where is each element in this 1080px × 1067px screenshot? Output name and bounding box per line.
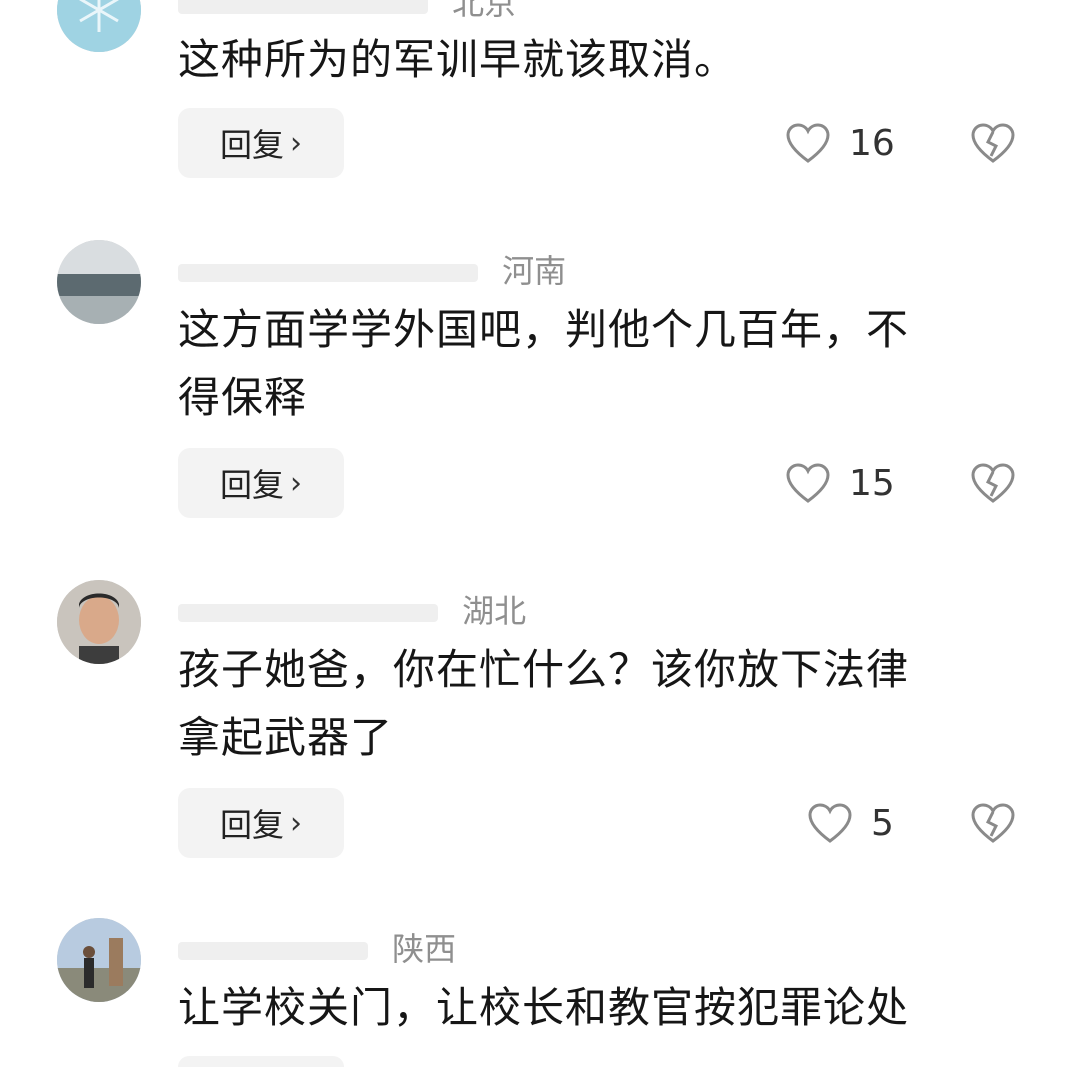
reply-button[interactable]: 回复 › <box>178 448 344 518</box>
blurred-username <box>178 942 368 960</box>
like-button[interactable]: 15 <box>785 462 895 504</box>
comment-text: 这方面学学外国吧，判他个几百年，不 得保释 <box>178 296 1018 432</box>
like-button[interactable]: 16 <box>785 122 895 164</box>
comment-meta: 陕西 <box>178 924 456 970</box>
dislike-button[interactable] <box>970 122 1016 164</box>
blurred-username <box>178 264 478 282</box>
like-count: 5 <box>871 802 894 844</box>
comment-line: 得保释 <box>178 373 308 422</box>
avatar[interactable] <box>57 580 141 664</box>
chevron-right-icon: › <box>290 805 302 841</box>
avatar-landscape-image <box>57 240 141 324</box>
chevron-right-icon: › <box>290 125 302 161</box>
heart-outline-icon <box>786 123 830 163</box>
broken-heart-icon <box>971 123 1015 163</box>
reply-label: 回复 <box>219 126 284 164</box>
comment-meta: 河南 <box>178 246 566 292</box>
like-button[interactable]: 5 <box>807 802 894 844</box>
reply-button-partial[interactable] <box>178 1056 344 1067</box>
reply-button[interactable]: 回复 › <box>178 788 344 858</box>
comment-meta: 北京 <box>178 0 516 24</box>
like-count: 16 <box>849 122 895 164</box>
reply-button[interactable]: 回复 › <box>178 108 344 178</box>
blurred-username <box>178 604 438 622</box>
reply-label: 回复 <box>219 806 284 844</box>
avatar-person-outdoor-image <box>57 918 141 1002</box>
avatar-portrait-image <box>57 580 141 664</box>
comment-text: 让学校关门，让校长和教官按犯罪论处 <box>178 974 1018 1042</box>
heart-outline-icon <box>786 463 830 503</box>
reply-label: 回复 <box>219 466 284 504</box>
comment-text: 孩子她爸，你在忙什么？该你放下法律 拿起武器了 <box>178 636 1018 772</box>
like-count: 15 <box>849 462 895 504</box>
avatar[interactable] <box>57 240 141 324</box>
comment-line: 孩子她爸，你在忙什么？该你放下法律 <box>178 645 910 694</box>
broken-heart-icon <box>971 803 1015 843</box>
comment-line: 让学校关门，让校长和教官按犯罪论处 <box>178 983 910 1032</box>
location-label: 湖北 <box>462 592 527 630</box>
comment-line: 这种所为的军训早就该取消。 <box>178 35 738 84</box>
dislike-button[interactable] <box>970 802 1016 844</box>
avatar-snowflake-image <box>57 0 141 52</box>
dislike-button[interactable] <box>970 462 1016 504</box>
comment-text: 这种所为的军训早就该取消。 <box>178 26 1018 94</box>
comment-line: 拿起武器了 <box>178 713 394 762</box>
broken-heart-icon <box>971 463 1015 503</box>
chevron-right-icon: › <box>290 465 302 501</box>
heart-outline-icon <box>808 803 852 843</box>
location-label: 河南 <box>502 252 567 290</box>
avatar[interactable] <box>57 918 141 1002</box>
comment-meta: 湖北 <box>178 586 526 632</box>
location-label: 北京 <box>452 0 517 22</box>
comment-line: 这方面学学外国吧，判他个几百年，不 <box>178 305 910 354</box>
avatar[interactable] <box>57 0 141 52</box>
blurred-username <box>178 0 428 14</box>
location-label: 陕西 <box>392 930 457 968</box>
